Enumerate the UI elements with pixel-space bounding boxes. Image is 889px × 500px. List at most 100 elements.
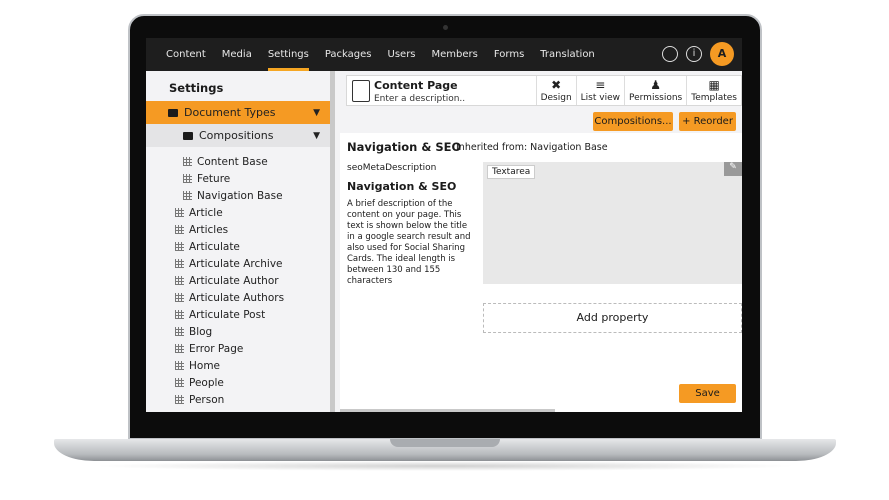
tree-item[interactable]: Articulate Post xyxy=(146,306,330,323)
laptop-notch xyxy=(390,439,500,447)
grid-icon xyxy=(183,174,192,183)
tab-list-view[interactable]: ≡ List view xyxy=(575,76,624,105)
property-description: A brief description of the content on yo… xyxy=(347,199,471,286)
nav-settings[interactable]: Settings xyxy=(267,38,309,71)
tree-label: Articulate xyxy=(189,240,240,253)
tree-label: Person xyxy=(189,393,225,406)
property-editor-preview[interactable]: Textarea ✎ xyxy=(483,162,742,284)
doc-type-name[interactable]: Content Page xyxy=(374,79,536,92)
reorder-button[interactable]: + Reorder xyxy=(679,112,736,131)
tree-label: Feture xyxy=(197,172,231,185)
sidebar: Settings Document Types ▼ Compositions ▼ C… xyxy=(146,71,335,412)
folder-icon xyxy=(183,131,193,140)
tab-label: Templates xyxy=(691,93,737,103)
tree-item[interactable]: Person xyxy=(146,391,330,408)
grid-icon xyxy=(175,344,184,353)
group-panel: Navigation & SEO Inherited from: Navigat… xyxy=(340,133,742,412)
tab-design[interactable]: ✖ Design xyxy=(535,76,576,105)
tree-item[interactable]: Blog xyxy=(146,323,330,340)
tree-item[interactable]: Article xyxy=(146,204,330,221)
tree-item[interactable]: Articulate xyxy=(146,238,330,255)
tree-label: Navigation Base xyxy=(197,189,283,202)
grid-icon xyxy=(175,242,184,251)
nav-content[interactable]: Content xyxy=(166,38,206,71)
template-icon: ▦ xyxy=(708,78,720,92)
tree-label: People xyxy=(189,376,224,389)
grid-icon xyxy=(175,327,184,336)
nav-forms[interactable]: Forms xyxy=(494,38,524,71)
editor-type-label: Textarea xyxy=(487,165,536,179)
tree-item[interactable]: Feture xyxy=(146,170,330,187)
design-icon: ✖ xyxy=(551,78,562,92)
sidebar-title: Settings xyxy=(169,81,224,95)
tree-item[interactable]: Articulate Author xyxy=(146,272,330,289)
webcam xyxy=(443,25,448,30)
tree-item[interactable]: Navigation Base xyxy=(146,187,330,204)
tree-item[interactable]: Articulate Archive xyxy=(146,255,330,272)
tree-item[interactable]: Articles xyxy=(146,221,330,238)
property-alias: seoMetaDescription xyxy=(347,163,437,173)
tree-label: Article xyxy=(189,206,223,219)
group-title[interactable]: Navigation & SEO xyxy=(347,140,461,154)
nav-packages[interactable]: Packages xyxy=(325,38,372,71)
list-icon: ≡ xyxy=(595,78,606,92)
grid-icon xyxy=(175,378,184,387)
inherited-label: Inherited from: Navigation Base xyxy=(456,142,608,153)
document-icon xyxy=(352,80,370,102)
nav-translation[interactable]: Translation xyxy=(540,38,595,71)
tree-item[interactable]: People xyxy=(146,374,330,391)
doc-type-description[interactable]: Enter a description.. xyxy=(374,94,536,104)
edit-icon[interactable]: ✎ xyxy=(724,162,742,176)
tree-label: Articles xyxy=(189,223,229,236)
nav-members[interactable]: Members xyxy=(432,38,478,71)
tree-label: Articulate Archive xyxy=(189,257,283,270)
folder-icon xyxy=(168,108,178,117)
tab-templates[interactable]: ▦ Templates xyxy=(686,76,741,105)
nav-media[interactable]: Media xyxy=(222,38,252,71)
user-key-icon: ♟ xyxy=(650,78,661,92)
laptop-shadow xyxy=(90,461,800,471)
tab-label: Design xyxy=(540,93,572,103)
chevron-down-icon[interactable]: ▼ xyxy=(313,108,320,118)
tree-compositions[interactable]: Compositions ▼ xyxy=(146,124,330,147)
tree-item[interactable]: Content Base xyxy=(146,153,330,170)
tree-label: Articulate Authors xyxy=(189,291,285,304)
search-icon[interactable] xyxy=(662,46,678,62)
grid-icon xyxy=(175,293,184,302)
screen: Content Media Settings Packages Users Me… xyxy=(146,38,742,412)
grid-icon xyxy=(175,259,184,268)
tree-label: Blog xyxy=(189,325,213,338)
grid-icon xyxy=(175,276,184,285)
add-property-button[interactable]: Add property xyxy=(483,303,742,333)
tree-label: Articulate Post xyxy=(189,308,266,321)
nav-users[interactable]: Users xyxy=(388,38,416,71)
grid-icon xyxy=(175,395,184,404)
grid-icon xyxy=(175,225,184,234)
tree-label: Document Types xyxy=(184,106,276,119)
doc-type-header: Content Page Enter a description.. ✖ Desi… xyxy=(346,75,742,106)
grid-icon xyxy=(175,361,184,370)
tree-label: Error Page xyxy=(189,342,244,355)
tab-label: Permissions xyxy=(629,93,683,103)
tree-document-types[interactable]: Document Types ▼ xyxy=(146,101,330,124)
tree-label: Content Base xyxy=(197,155,268,168)
tree-label: Compositions xyxy=(199,129,274,142)
tree-item[interactable]: Error Page xyxy=(146,340,330,357)
top-nav: Content Media Settings Packages Users Me… xyxy=(146,38,742,71)
compositions-button[interactable]: Compositions... xyxy=(593,112,673,131)
main-panel: Content Page Enter a description.. ✖ Desi… xyxy=(340,71,742,412)
avatar[interactable]: A xyxy=(710,42,734,66)
grid-icon xyxy=(175,310,184,319)
property-name: Navigation & SEO xyxy=(347,180,457,193)
chevron-down-icon[interactable]: ▼ xyxy=(313,131,320,141)
tree-item[interactable]: Articulate Authors xyxy=(146,289,330,306)
tree-item[interactable]: Home xyxy=(146,357,330,374)
grid-icon xyxy=(175,208,184,217)
info-icon[interactable]: i xyxy=(686,46,702,62)
tree-label: Articulate Author xyxy=(189,274,279,287)
horizontal-scrollbar[interactable] xyxy=(340,409,555,412)
tree-label: Home xyxy=(189,359,221,372)
tab-permissions[interactable]: ♟ Permissions xyxy=(624,76,686,105)
tab-label: List view xyxy=(580,93,620,103)
save-button[interactable]: Save xyxy=(679,384,736,403)
